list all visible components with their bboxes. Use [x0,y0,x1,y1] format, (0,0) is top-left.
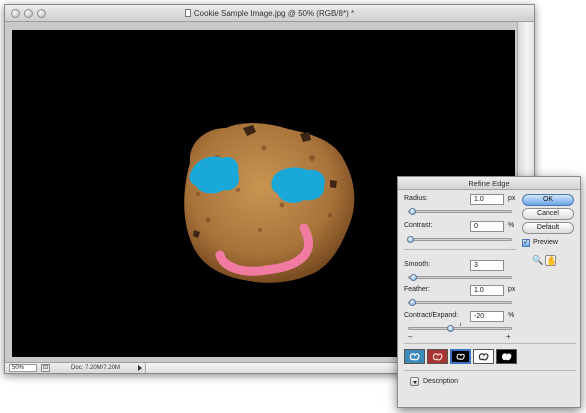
feather-field[interactable]: 1.0 [470,285,504,296]
document-size: Doc: 7.20M/7.20M [71,365,121,371]
radius-field[interactable]: 1.0 [470,194,504,205]
center-tick [460,323,461,326]
radius-unit: px [508,195,516,202]
contract-expand-label: Contract/Expand: [404,312,459,319]
radius-slider-track[interactable] [408,210,512,213]
cookie-body [184,123,355,283]
view-standard-button[interactable] [404,349,425,364]
quick-mask-view-icon [432,353,443,361]
ok-button[interactable]: OK [522,194,574,206]
view-quick-mask-button[interactable] [427,349,448,364]
on-black-view-icon [456,353,465,360]
feather-slider-track[interactable] [408,301,512,304]
dialog-title: Refine Edge [398,177,580,190]
standard-view-icon [409,353,420,361]
zoom-level-field[interactable]: 50% [9,364,37,372]
contract-expand-slider-track[interactable] [408,327,512,330]
status-menu-button[interactable]: ⊡ [41,364,50,372]
contrast-label: Contrast: [404,222,433,229]
zoom-tool-icon[interactable]: 🔍 [532,255,543,266]
description-disclosure-button[interactable] [410,377,419,386]
contract-expand-slider-thumb[interactable] [447,325,454,332]
document-title-bar[interactable]: Cookie Sample Image.jpg @ 50% (RGB/8*) * [5,5,534,22]
description-label: Description [423,378,459,385]
view-on-white-button[interactable] [473,349,494,364]
mask-view-icon [502,353,512,361]
contrast-slider-track[interactable] [408,238,512,241]
feather-slider-thumb[interactable] [409,299,416,306]
view-on-black-button[interactable] [450,349,471,364]
cancel-button[interactable]: Cancel [522,208,574,220]
hand-tool-icon[interactable]: ✋ [545,255,557,266]
view-mask-button[interactable] [496,349,517,364]
document-title: Cookie Sample Image.jpg @ 50% (RGB/8*) * [5,9,534,18]
default-button[interactable]: Default [522,222,574,234]
play-arrow-icon[interactable] [138,365,142,371]
contract-expand-unit: % [508,312,515,319]
radius-label: Radius: [404,195,428,202]
smooth-slider-track[interactable] [408,276,512,279]
smooth-slider-thumb[interactable] [410,274,417,281]
minus-label: – [408,332,413,341]
on-white-view-icon [478,353,489,361]
description-divider [404,370,576,371]
document-icon [184,9,191,17]
smooth-field[interactable]: 3 [470,260,504,271]
refine-edge-dialog: Refine Edge Radius: 1.0 px Contrast: 0 %… [397,176,581,408]
section-divider [404,249,516,250]
view-divider [404,343,576,344]
smooth-label: Smooth: [404,261,431,268]
contrast-unit: % [508,222,515,229]
contract-expand-field[interactable]: -20 [470,311,504,322]
feather-label: Feather: [404,286,431,293]
preview-checkbox[interactable]: ✓ [522,239,530,247]
contrast-slider-thumb[interactable] [407,236,414,243]
radius-slider-thumb[interactable] [409,208,416,215]
contrast-field[interactable]: 0 [470,221,504,232]
feather-unit: px [508,286,516,293]
plus-label: + [506,332,511,341]
preview-label: Preview [533,239,558,246]
